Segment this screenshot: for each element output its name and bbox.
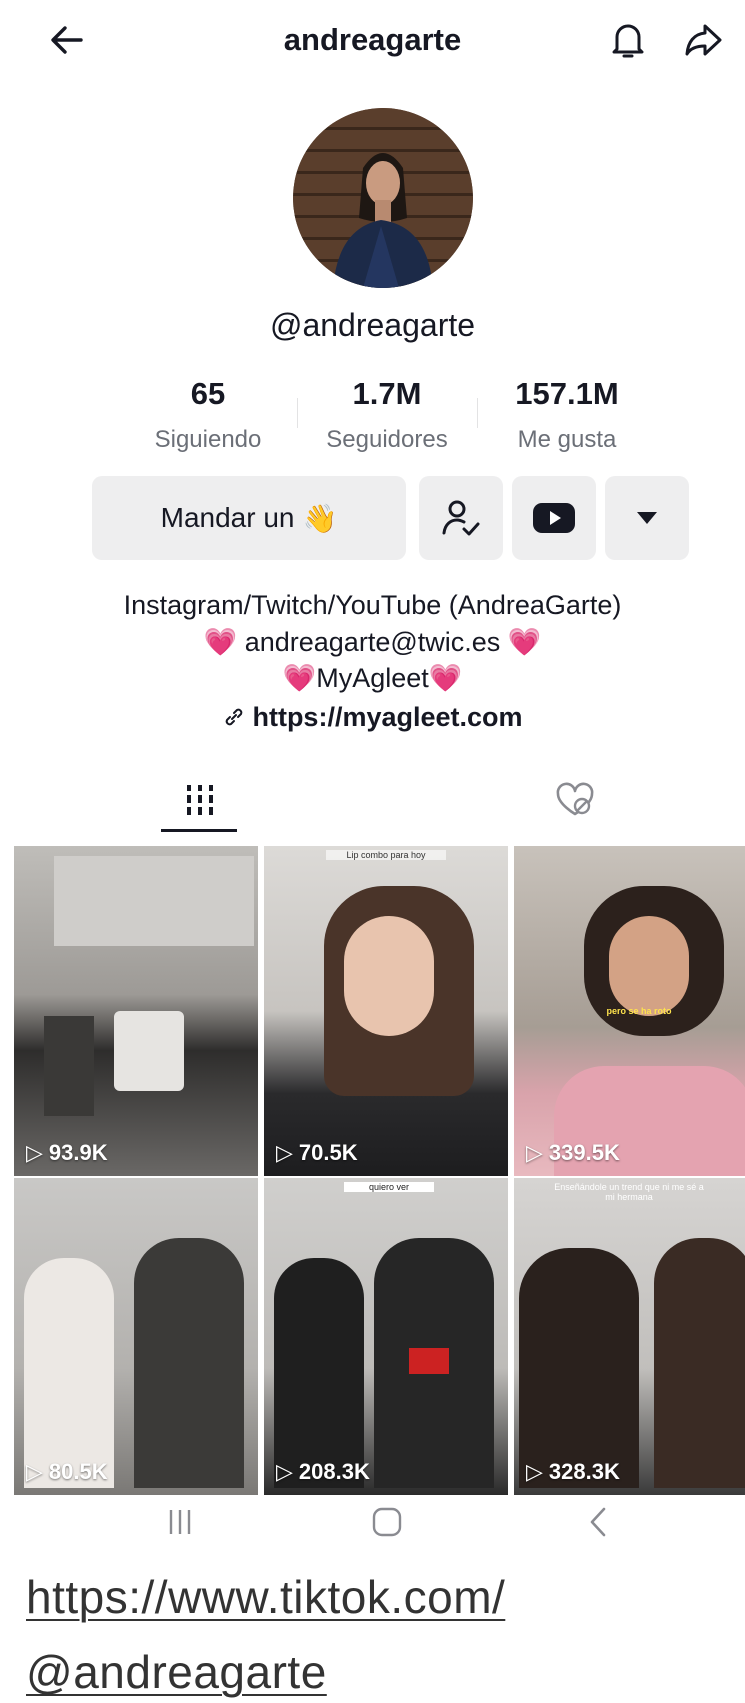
share-arrow-icon [685,24,722,56]
wave-emoji-icon: 👋 [302,502,338,534]
view-count-value: 208.3K [298,1459,370,1484]
play-icon: ▷ [26,1140,43,1165]
bio-link-text: https://myagleet.com [252,702,523,732]
person-shape [274,1258,364,1488]
stat-following-label: Siguiendo [154,426,262,453]
pink-heart-icon: 💗 [203,627,238,657]
active-tab-indicator [161,829,237,832]
home-button[interactable] [367,1502,407,1542]
stat-likes[interactable]: 157.1M Me gusta [477,376,657,454]
video-thumbnail[interactable]: Enseñándole un trend que ni me sé a mi h… [514,1178,745,1495]
shirt-graphic [409,1348,449,1374]
video-caption: quiero ver [344,1182,434,1192]
view-count: ▷ 328.3K [526,1459,620,1485]
bell-icon [612,24,644,58]
stat-following[interactable]: 65 Siguiendo [118,376,298,454]
recent-apps-icon [169,1510,191,1534]
video-caption: pero se ha roto [606,1006,672,1016]
bio-link[interactable]: https://myagleet.com [0,702,745,733]
oven-shape [44,1016,94,1116]
play-icon: ▷ [526,1459,543,1484]
stat-followers[interactable]: 1.7M Seguidores [297,376,477,454]
notifications-button[interactable] [606,18,650,62]
cabinet-shape [54,856,254,946]
pink-heart-icon: 💗 [507,627,542,657]
avatar-image [293,108,473,288]
pink-heart-icon: 💗 [428,663,463,693]
following-status-button[interactable] [419,476,503,560]
video-caption: Lip combo para hoy [326,850,446,860]
footer-url-line2[interactable]: @andreagarte [26,1645,327,1699]
recent-apps-button[interactable] [160,1502,200,1542]
video-thumbnail[interactable]: ▷ 93.9K [14,846,258,1176]
view-count-value: 80.5K [48,1459,108,1484]
view-count: ▷ 208.3K [276,1459,370,1485]
bio-email-line: 💗 andreagarte@twic.es 💗 [0,626,745,658]
youtube-button[interactable] [512,476,596,560]
face-shape [344,916,434,1036]
more-options-button[interactable] [605,476,689,560]
view-count: ▷ 339.5K [526,1140,620,1166]
play-icon: ▷ [526,1140,543,1165]
grid-icon [187,785,213,815]
avatar[interactable] [293,108,473,288]
tab-videos[interactable] [160,770,240,830]
stat-likes-label: Me gusta [517,426,617,453]
video-thumbnail[interactable]: pero se ha roto ▷ 339.5K [514,846,745,1176]
profile-handle: @andreagarte [269,307,476,343]
send-wave-button[interactable]: Mandar un 👋 [92,476,406,560]
view-count: ▷ 93.9K [26,1140,108,1166]
person-shape [134,1238,244,1488]
person-shape [519,1248,639,1488]
view-count: ▷ 80.5K [26,1459,108,1485]
share-button[interactable] [682,18,726,62]
stat-likes-value: 157.1M [515,376,619,411]
bio-line: Instagram/Twitch/YouTube (AndreaGarte) [123,590,622,620]
bio-brand: MyAgleet [316,663,429,693]
view-count-value: 339.5K [548,1140,620,1165]
stat-followers-label: Seguidores [326,426,448,453]
home-icon [372,1507,402,1537]
appliance-shape [114,1011,184,1091]
tab-liked[interactable] [535,770,615,830]
video-caption: Enseñándole un trend que ni me sé a mi h… [554,1182,704,1202]
stat-followers-value: 1.7M [352,376,422,411]
bio-email: andreagarte@twic.es [244,627,501,657]
send-wave-label: Mandar un [160,502,295,533]
video-thumbnail[interactable]: ▷ 80.5K [14,1178,258,1495]
face-shape [609,916,689,1016]
view-count-value: 70.5K [298,1140,358,1165]
link-icon [226,708,243,726]
caret-down-icon [637,512,657,524]
stat-following-value: 65 [190,376,226,411]
youtube-icon [533,503,575,533]
chevron-left-icon [590,1507,606,1537]
bio-brand-line: 💗MyAgleet💗 [0,662,745,694]
view-count-value: 328.3K [548,1459,620,1484]
user-check-icon [442,500,480,536]
hidden-heart-icon [556,782,594,816]
person-shape [24,1258,114,1488]
pink-heart-icon: 💗 [282,663,317,693]
footer-url-line1[interactable]: https://www.tiktok.com/ [26,1570,505,1624]
view-count-value: 93.9K [48,1140,108,1165]
video-thumbnail[interactable]: quiero ver ▷ 208.3K [264,1178,508,1495]
video-thumbnail[interactable]: Lip combo para hoy ▷ 70.5K [264,846,508,1176]
play-icon: ▷ [276,1459,293,1484]
play-icon: ▷ [276,1140,293,1165]
view-count: ▷ 70.5K [276,1140,358,1166]
back-nav-button[interactable] [578,1502,618,1542]
play-icon: ▷ [26,1459,43,1484]
person-shape [654,1238,745,1488]
